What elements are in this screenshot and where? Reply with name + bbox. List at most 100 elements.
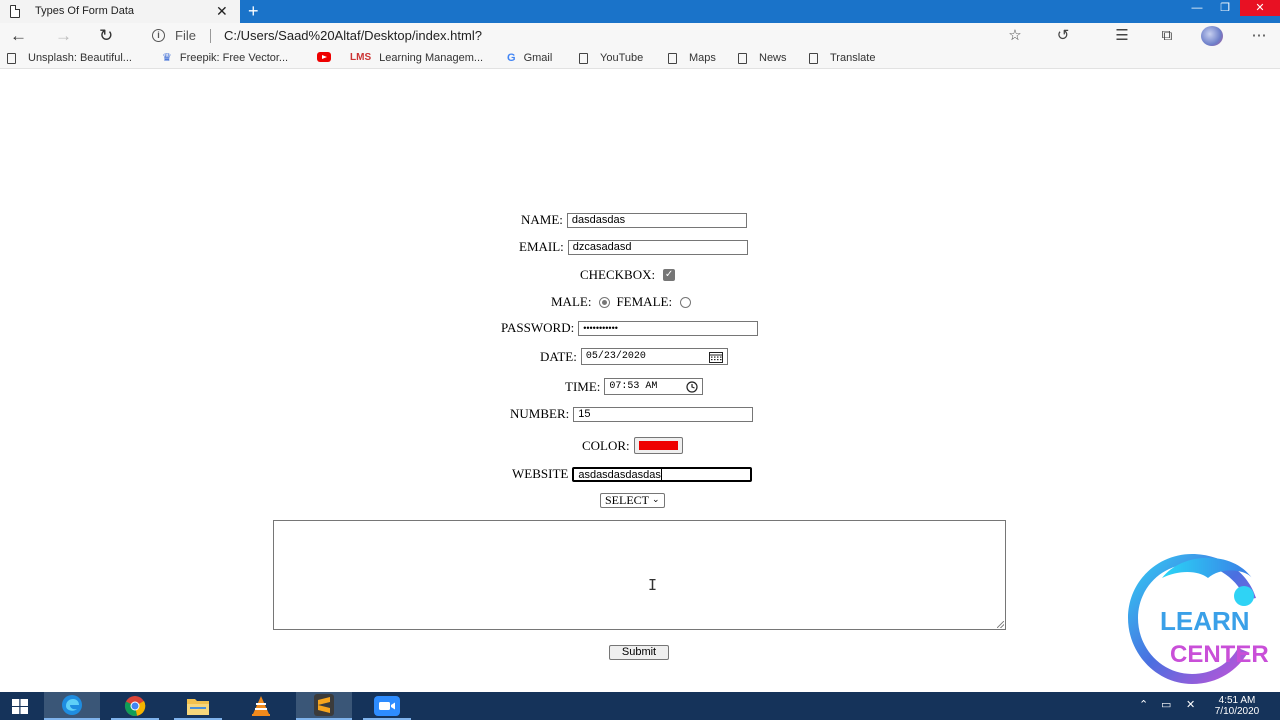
color-label: COLOR: [582, 437, 630, 453]
checkbox-label: CHECKBOX: [580, 267, 656, 282]
submit-button[interactable]: Submit [609, 645, 669, 660]
time-label: TIME: [565, 378, 601, 394]
number-row: NUMBER: 15 [510, 406, 754, 422]
favorite-learning-management[interactable]: LMS Learning Managem... [350, 52, 483, 64]
close-tab-icon[interactable]: ✕ [216, 3, 228, 19]
logo-text-learn: LEARN [1160, 606, 1250, 636]
favorite-freepik[interactable]: ♛ Freepik: Free Vector... [162, 52, 288, 64]
favorite-youtube[interactable]: YouTube [579, 52, 643, 64]
vlc-icon [252, 696, 270, 716]
website-row: WEBSITE asdasdasdasdas [512, 466, 753, 482]
color-row: COLOR: [582, 437, 683, 454]
freepik-icon: ♛ [162, 52, 172, 64]
page-icon [738, 52, 747, 64]
sublime-text-icon [314, 694, 334, 716]
checkbox-row: CHECKBOX: ✓ [580, 267, 676, 283]
password-input[interactable]: ••••••••••• [578, 320, 759, 336]
chevron-down-icon: ⌄ [652, 495, 660, 505]
minimize-button[interactable]: — [1182, 0, 1212, 16]
text-cursor-ibeam-icon: I [648, 576, 658, 594]
favorites-bar: Unsplash: Beautiful... ♛ Freepik: Free V… [0, 49, 1280, 69]
profile-avatar[interactable] [1201, 26, 1223, 46]
favorites-icon[interactable]: ☰ [1112, 27, 1132, 45]
message-textarea[interactable] [273, 520, 1006, 630]
restore-button[interactable]: ❐ [1210, 0, 1240, 16]
volume-muted-icon[interactable]: ✕ [1186, 698, 1195, 711]
chrome-icon [124, 696, 146, 717]
select-row: SELECT ⌄ [600, 493, 665, 508]
tab-title: Types Of Form Data [35, 5, 135, 17]
taskbar-chrome[interactable] [107, 692, 163, 720]
website-value: asdasdasdasdas [578, 468, 661, 481]
page-icon [7, 52, 16, 64]
new-tab-button[interactable]: + [248, 1, 259, 21]
website-label: WEBSITE [512, 466, 569, 481]
taskbar-zoom[interactable] [359, 692, 415, 720]
favorite-translate[interactable]: Translate [809, 52, 875, 64]
google-icon: G [507, 52, 516, 64]
name-row: NAME: dasdasdas [521, 212, 747, 228]
name-input[interactable]: dasdasdas [566, 212, 747, 228]
email-input[interactable]: dzcasadasd [567, 239, 748, 255]
color-swatch [638, 441, 678, 450]
taskbar: ⌃ ▭ ✕ 4:51 AM 7/10/2020 [0, 692, 1280, 720]
email-label: EMAIL: [519, 239, 564, 254]
female-radio[interactable] [680, 296, 692, 308]
back-icon[interactable]: ← [10, 26, 27, 46]
address-bar: ← → ↻ i File C:/Users/Saad%20Altaf/Deskt… [0, 23, 1280, 49]
favorite-star-icon[interactable]: ☆ [1005, 27, 1025, 45]
email-row: EMAIL: dzcasadasd [519, 239, 748, 255]
info-icon[interactable]: i [152, 29, 165, 42]
video-camera-icon [374, 696, 400, 716]
close-window-button[interactable]: ✕ [1240, 0, 1280, 16]
taskbar-vlc[interactable] [233, 692, 289, 720]
favorite-maps[interactable]: Maps [668, 52, 716, 64]
text-cursor [660, 468, 662, 481]
folder-icon [187, 699, 209, 715]
favorite-news[interactable]: News [738, 52, 787, 64]
network-status-icon[interactable]: ▭ [1161, 698, 1171, 711]
calendar-icon[interactable] [708, 351, 723, 363]
clock-time: 4:51 AM [1218, 695, 1256, 706]
favorite-unsplash[interactable]: Unsplash: Beautiful... [7, 52, 132, 64]
page-icon [809, 52, 818, 64]
favorite-gmail[interactable]: G Gmail [507, 52, 552, 64]
female-label: FEMALE: [616, 294, 673, 309]
date-input[interactable]: 05/23/2020 [580, 348, 728, 365]
title-bar: Types Of Form Data ✕ + — ❐ ✕ [0, 0, 1280, 23]
windows-start-icon[interactable] [12, 699, 28, 714]
youtube-icon [317, 52, 331, 62]
taskbar-edge[interactable] [44, 692, 100, 720]
website-input[interactable]: asdasdasdasdas [572, 466, 753, 482]
select-value: SELECT [605, 493, 649, 507]
tab-types-of-form-data[interactable]: Types Of Form Data ✕ [0, 0, 240, 23]
taskbar-clock[interactable]: 4:51 AM 7/10/2020 [1212, 695, 1262, 717]
checkbox-input[interactable]: ✓ [663, 269, 676, 281]
forward-icon[interactable]: → [55, 26, 72, 46]
color-picker[interactable] [633, 437, 683, 454]
refresh-icon[interactable]: ↻ [99, 26, 113, 46]
password-row: PASSWORD: ••••••••••• [501, 320, 759, 336]
show-hidden-icons[interactable]: ⌃ [1139, 698, 1148, 711]
name-label: NAME: [521, 212, 563, 227]
number-input[interactable]: 15 [573, 406, 754, 422]
url-input[interactable]: C:/Users/Saad%20Altaf/Desktop/index.html… [224, 28, 482, 43]
time-input[interactable]: 07:53 AM [604, 378, 704, 395]
taskbar-sublime[interactable] [296, 692, 352, 720]
time-value: 07:53 AM [609, 381, 658, 392]
date-value: 05/23/2020 [585, 351, 646, 362]
edge-icon [62, 695, 82, 715]
favorite-youtube-shortcut[interactable] [317, 52, 343, 62]
logo-text-center: CENTER [1170, 641, 1269, 668]
date-label: DATE: [540, 348, 577, 364]
file-label: File [175, 28, 196, 43]
select-dropdown[interactable]: SELECT ⌄ [600, 493, 665, 508]
more-icon[interactable]: ⋯ [1249, 27, 1269, 45]
password-label: PASSWORD: [501, 320, 575, 335]
clock-icon[interactable] [686, 381, 698, 393]
url-separator [210, 29, 211, 43]
male-radio[interactable] [599, 296, 611, 308]
collections-icon[interactable]: ⧉ [1157, 27, 1177, 45]
history-icon[interactable]: ↺ [1053, 27, 1073, 45]
taskbar-file-explorer[interactable] [170, 692, 226, 720]
